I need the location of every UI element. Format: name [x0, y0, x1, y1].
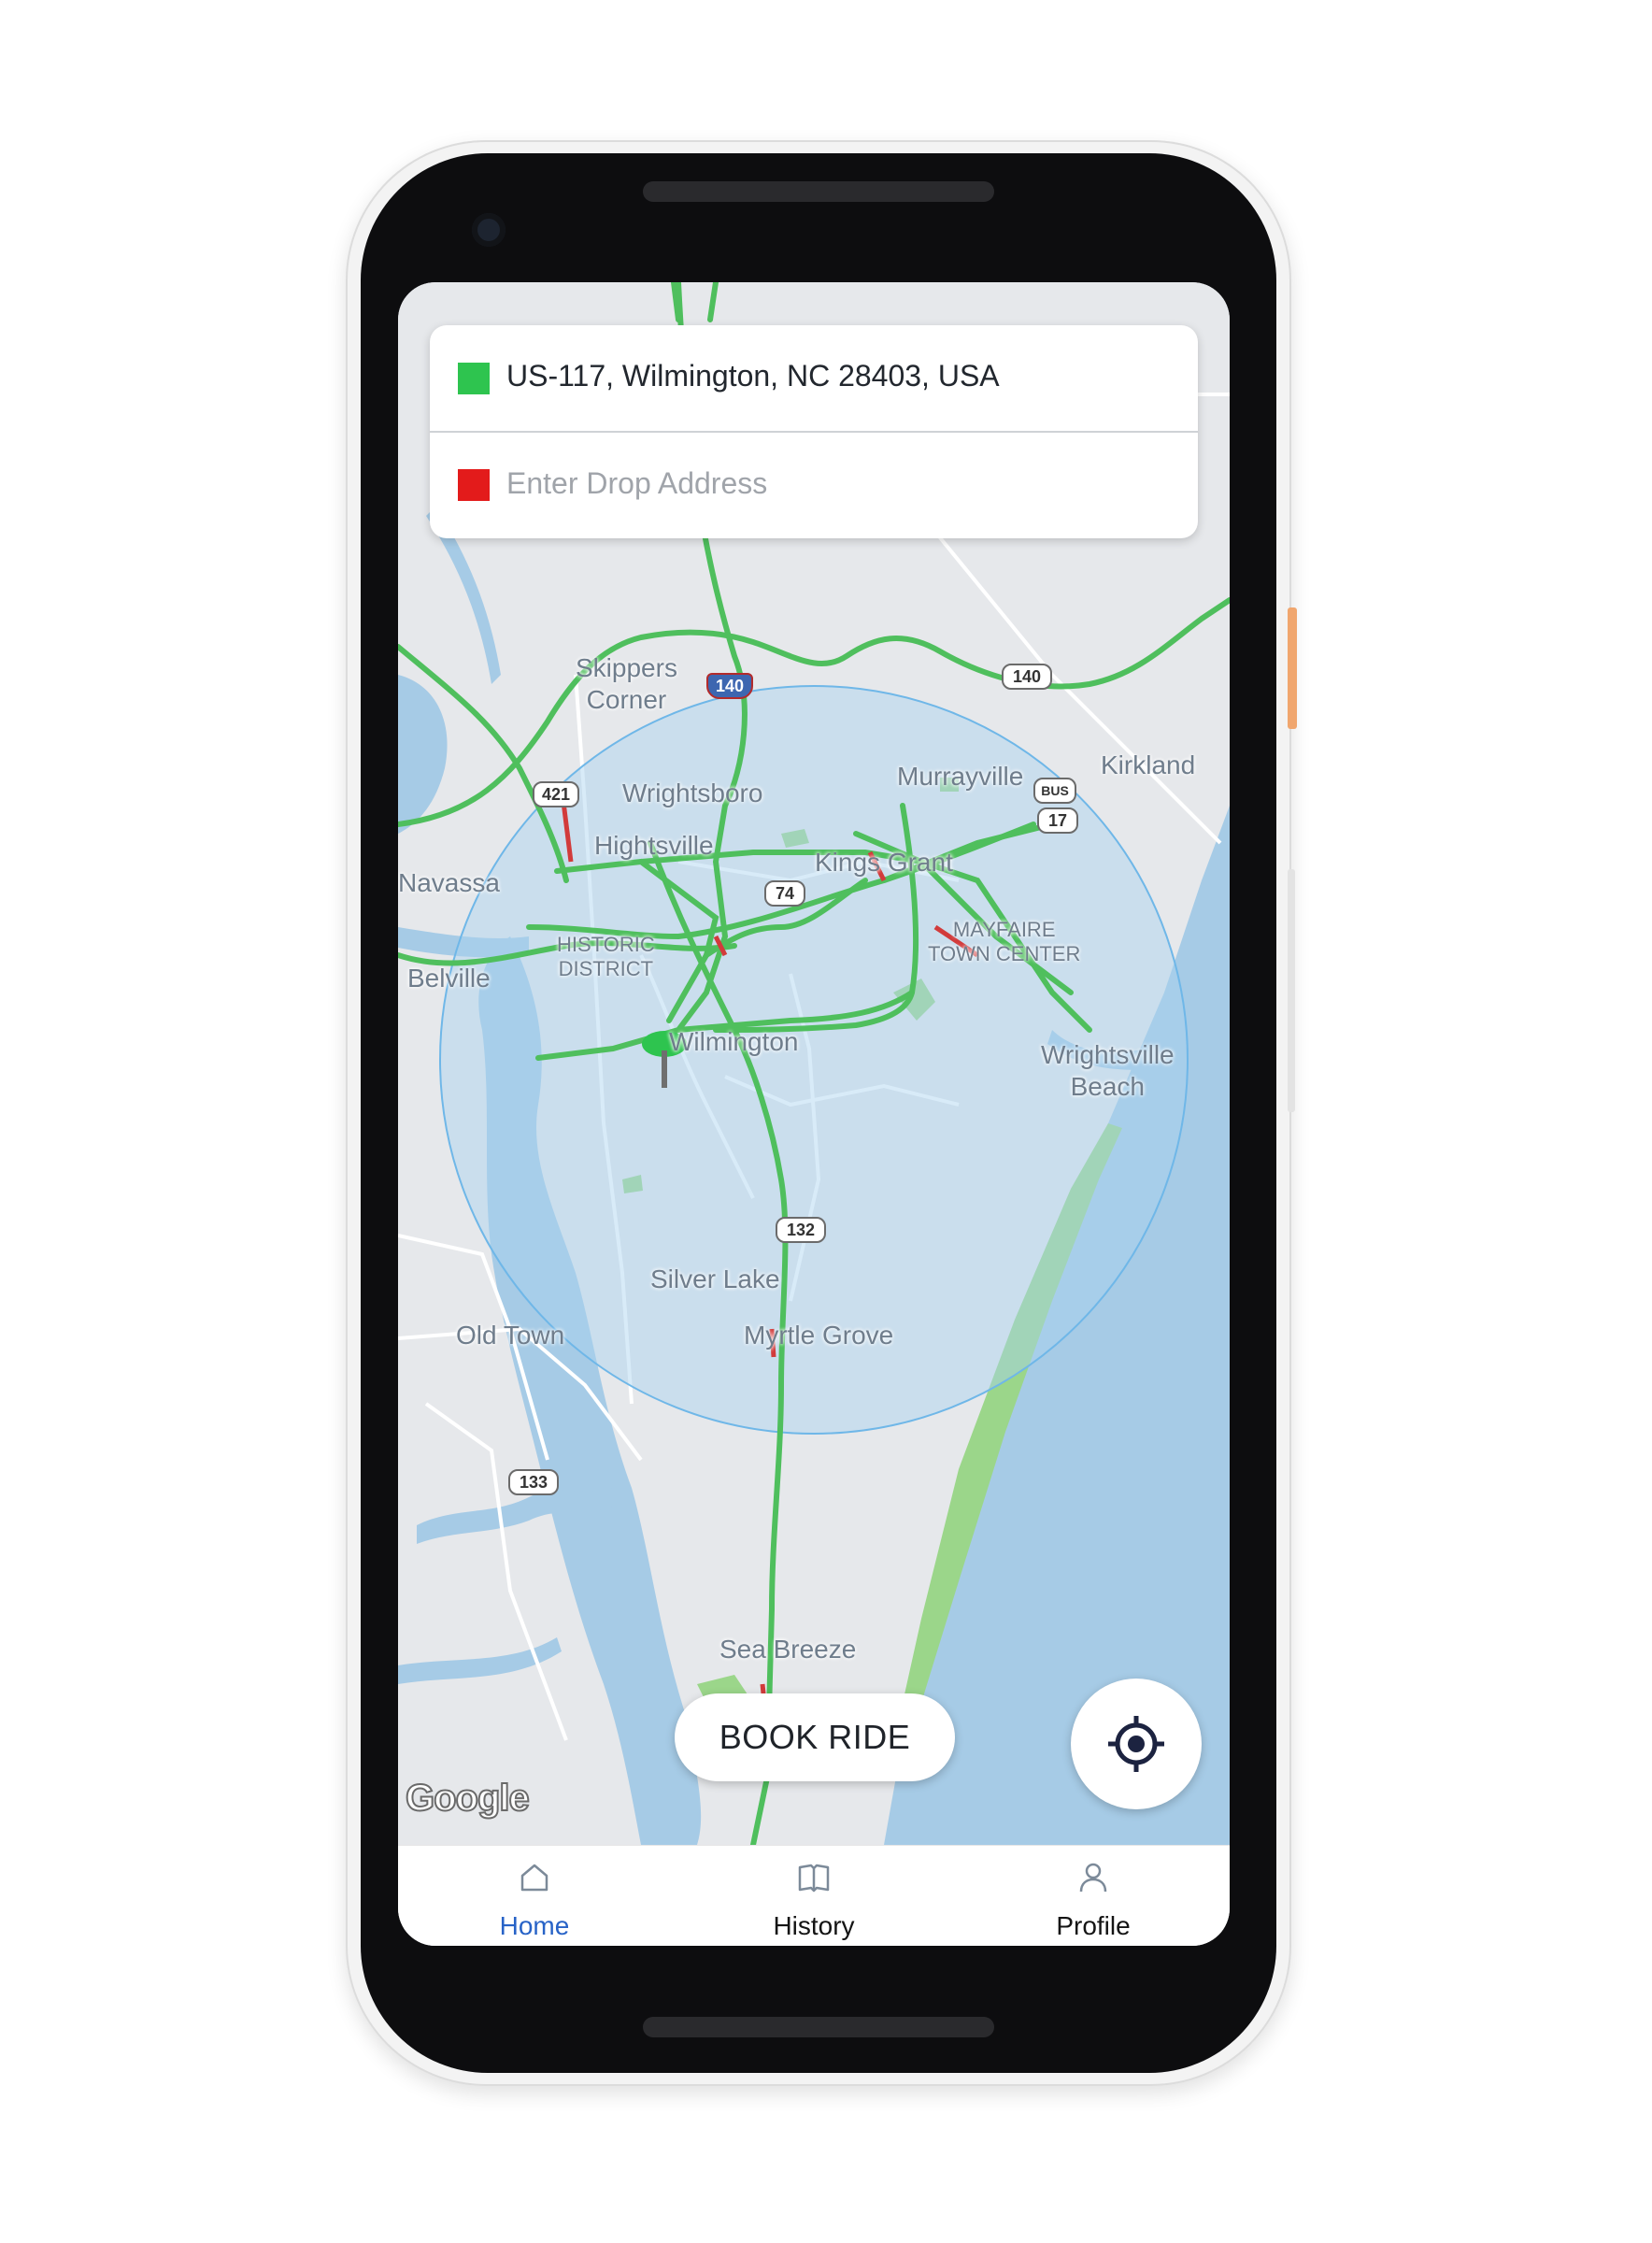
crosshair-icon	[1108, 1716, 1164, 1772]
road-shield: 132	[776, 1217, 826, 1243]
map-label: Murrayville	[897, 762, 1024, 791]
drop-row[interactable]	[430, 432, 1198, 538]
map-label: Sea Breeze	[719, 1635, 857, 1664]
road-shield: 140	[706, 673, 753, 699]
road-shield: 421	[533, 781, 579, 807]
drop-marker-icon	[458, 469, 490, 501]
map-label: Silver Lake	[650, 1264, 780, 1293]
nav-label: Home	[499, 1911, 570, 1940]
map-label: Old Town	[456, 1321, 565, 1350]
earpiece-speaker	[643, 181, 994, 202]
map-label: Belville	[407, 964, 491, 993]
nav-item-history[interactable]: History	[720, 1846, 907, 1946]
app-screen: Skippers Corner Murrayville Kirkland Wrig…	[398, 282, 1230, 1946]
map-label: Kings Grant	[815, 848, 953, 877]
map-label: Myrtle Grove	[744, 1321, 894, 1350]
drop-address-input[interactable]	[505, 454, 1162, 512]
google-logo: Google	[405, 1777, 531, 1820]
map-label: HISTORIC DISTRICT	[557, 933, 655, 980]
power-button	[1288, 607, 1297, 729]
map-label: Kirkland	[1101, 750, 1196, 779]
nav-label: Profile	[1056, 1911, 1131, 1940]
volume-button	[1288, 869, 1295, 1112]
map-label: Wrightsboro	[622, 779, 763, 807]
map-label: Hightsville	[594, 831, 714, 860]
user-icon	[1079, 1863, 1107, 1893]
bottom-nav: Home History Profile	[398, 1845, 1230, 1946]
road-shield: 17	[1037, 807, 1078, 834]
home-icon	[520, 1864, 548, 1892]
road-shield: 133	[508, 1469, 559, 1495]
map-label: Navassa	[398, 868, 500, 897]
road-shield: BUS	[1033, 778, 1076, 804]
pickup-marker-icon	[458, 363, 490, 394]
map-label: Wilmington	[669, 1027, 799, 1056]
road-shield: 74	[764, 880, 805, 907]
map-label: Skippers Corner	[576, 653, 677, 714]
bottom-speaker	[643, 2017, 994, 2037]
address-card: US-117, Wilmington, NC 28403, USA	[430, 325, 1198, 538]
road-shield: 140	[1002, 664, 1052, 690]
pickup-row[interactable]: US-117, Wilmington, NC 28403, USA	[430, 325, 1198, 433]
map-label: MAYFAIRE TOWN CENTER	[928, 918, 1081, 965]
book-icon	[798, 1864, 830, 1893]
nav-item-home[interactable]: Home	[441, 1846, 628, 1946]
front-camera	[472, 213, 506, 247]
map-label: Wrightsville Beach	[1041, 1040, 1175, 1101]
my-location-button[interactable]	[1071, 1679, 1202, 1809]
pickup-address: US-117, Wilmington, NC 28403, USA	[506, 359, 1000, 393]
book-ride-button[interactable]: BOOK RIDE	[675, 1693, 955, 1781]
nav-item-profile[interactable]: Profile	[1000, 1846, 1187, 1946]
nav-label: History	[773, 1911, 855, 1940]
